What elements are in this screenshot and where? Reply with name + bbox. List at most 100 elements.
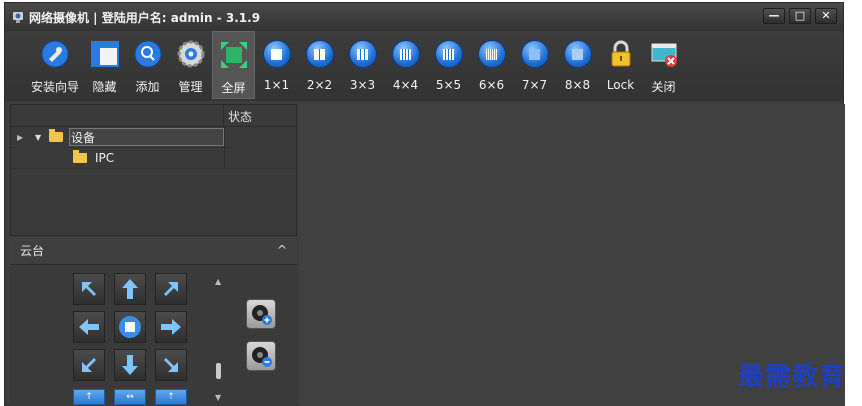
tool-close-all[interactable]: 关闭: [642, 31, 685, 99]
tool-label: 8×8: [564, 78, 591, 92]
tool-manage[interactable]: 管理: [169, 31, 212, 99]
ptz-title: 云台: [20, 244, 45, 258]
camera-zoom-in-button[interactable]: [246, 299, 276, 329]
arrow-down-left-icon: [82, 358, 96, 372]
arrow-up-right-icon: [164, 282, 178, 296]
add-search-icon: [133, 39, 163, 69]
fullscreen-icon: [219, 40, 249, 70]
ptz-scrollbar[interactable]: ▲ ▼: [215, 277, 223, 403]
tool-label: 7×7: [521, 78, 548, 92]
tool-label: 1×1: [263, 78, 290, 92]
tool-label: 5×5: [435, 78, 462, 92]
ptz-down-right-button[interactable]: [155, 349, 187, 381]
arrow-down-icon: [122, 355, 138, 375]
ptz-stop-button[interactable]: [114, 311, 146, 343]
tree-row-root[interactable]: ▶ ▼ 设备: [11, 127, 296, 148]
watermark-logo: 最需教育: [738, 362, 847, 392]
arrow-left-icon: [79, 319, 99, 335]
scroll-up-icon[interactable]: ▲: [215, 277, 221, 286]
tool-label: 6×6: [478, 78, 505, 92]
title-bar: 网络摄像机 | 登陆用户名: admin - 3.1.9 — □ ✕: [5, 3, 843, 31]
app-window: 网络摄像机 | 登陆用户名: admin - 3.1.9 — □ ✕ 安装向导 …: [4, 2, 845, 406]
scroll-thumb[interactable]: [216, 363, 221, 379]
arrow-up-small-icon: ↑: [85, 392, 93, 402]
gear-icon: [176, 39, 206, 69]
tool-label: 关闭: [651, 80, 676, 94]
ptz-header[interactable]: 云台 ^: [10, 237, 297, 265]
scroll-down-icon[interactable]: ▼: [215, 393, 221, 402]
tool-label: 3×3: [349, 78, 376, 92]
tool-label: 4×4: [392, 78, 419, 92]
status-column-header[interactable]: 状态: [224, 105, 256, 126]
tool-label: 全屏: [221, 81, 246, 95]
camera-plus-icon: [252, 305, 272, 325]
ptz-up-button[interactable]: [114, 273, 146, 305]
wizard-icon: [40, 39, 70, 69]
tool-layout-6x6[interactable]: 6×6: [470, 31, 513, 99]
grid-1-icon: [262, 40, 291, 68]
grid-3-icon: [348, 40, 377, 68]
ptz-down-button[interactable]: [114, 349, 146, 381]
close-screen-icon: [649, 39, 679, 69]
hide-icon: [90, 39, 120, 69]
minimize-button[interactable]: —: [763, 8, 785, 24]
tool-label: Lock: [606, 78, 635, 92]
app-logo-icon: [13, 12, 23, 23]
stop-icon: [119, 316, 141, 338]
tool-label: 添加: [135, 80, 160, 94]
tool-setup-wizard[interactable]: 安装向导: [27, 31, 83, 99]
grid-7-icon: [520, 40, 549, 68]
ptz-zoom-in-button[interactable]: ↑: [73, 389, 105, 405]
arrows-expand-icon: ⇡: [167, 392, 175, 402]
tool-layout-5x5[interactable]: 5×5: [427, 31, 470, 99]
tool-layout-3x3[interactable]: 3×3: [341, 31, 384, 99]
close-button[interactable]: ✕: [815, 8, 837, 24]
arrow-down-right-icon: [164, 358, 178, 372]
ptz-focus-button[interactable]: ↔: [114, 389, 146, 405]
grid-5-icon: [434, 40, 463, 68]
arrow-up-icon: [122, 279, 138, 299]
arrows-horizontal-icon: ↔: [126, 392, 134, 402]
chevron-down-icon[interactable]: ▼: [35, 133, 41, 142]
lock-icon: [606, 39, 636, 69]
tree-row-child[interactable]: IPC: [11, 148, 296, 169]
tree-header: 状态: [11, 105, 296, 127]
folder-open-icon: [49, 129, 63, 142]
tool-layout-7x7[interactable]: 7×7: [513, 31, 556, 99]
main-toolbar: 安装向导 隐藏 添加 管理 全屏 1×1 2×2 3×3 4×4 5×5 6×6…: [5, 31, 843, 101]
tree-header-name-column: [11, 105, 224, 126]
device-tree: 状态 ▶ ▼ 设备 IPC: [10, 104, 297, 236]
tool-fullscreen[interactable]: 全屏: [212, 31, 255, 99]
grid-6-icon: [477, 40, 506, 68]
tool-lock[interactable]: Lock: [599, 31, 642, 99]
tool-layout-2x2[interactable]: 2×2: [298, 31, 341, 99]
grid-8-icon: [563, 40, 592, 68]
ptz-iris-button[interactable]: ⇡: [155, 389, 187, 405]
ptz-up-right-button[interactable]: [155, 273, 187, 305]
tool-layout-4x4[interactable]: 4×4: [384, 31, 427, 99]
ptz-right-button[interactable]: [155, 311, 187, 343]
tool-label: 2×2: [306, 78, 333, 92]
window-title: 网络摄像机 | 登陆用户名: admin - 3.1.9: [29, 10, 261, 25]
ptz-left-button[interactable]: [73, 311, 105, 343]
grid-4-icon: [391, 40, 420, 68]
row-pointer-icon: ▶: [17, 132, 24, 142]
tool-layout-1x1[interactable]: 1×1: [255, 31, 298, 99]
tool-label: 管理: [178, 80, 203, 94]
tool-label: 隐藏: [92, 80, 117, 94]
tool-label: 安装向导: [30, 80, 79, 94]
arrow-up-left-icon: [82, 282, 96, 296]
ptz-up-left-button[interactable]: [73, 273, 105, 305]
folder-icon: [73, 150, 87, 163]
camera-zoom-out-button[interactable]: [246, 341, 276, 371]
grid-2-icon: [305, 40, 334, 68]
ptz-down-left-button[interactable]: [73, 349, 105, 381]
tool-hide[interactable]: 隐藏: [83, 31, 126, 99]
tool-add[interactable]: 添加: [126, 31, 169, 99]
tool-layout-8x8[interactable]: 8×8: [556, 31, 599, 99]
maximize-button[interactable]: □: [789, 8, 811, 24]
arrow-right-icon: [161, 319, 181, 335]
ptz-panel: ↑ ↔ ⇡ ▲ ▼: [10, 265, 297, 406]
chevron-up-icon[interactable]: ^: [277, 243, 287, 257]
tree-item-label: IPC: [95, 151, 115, 165]
